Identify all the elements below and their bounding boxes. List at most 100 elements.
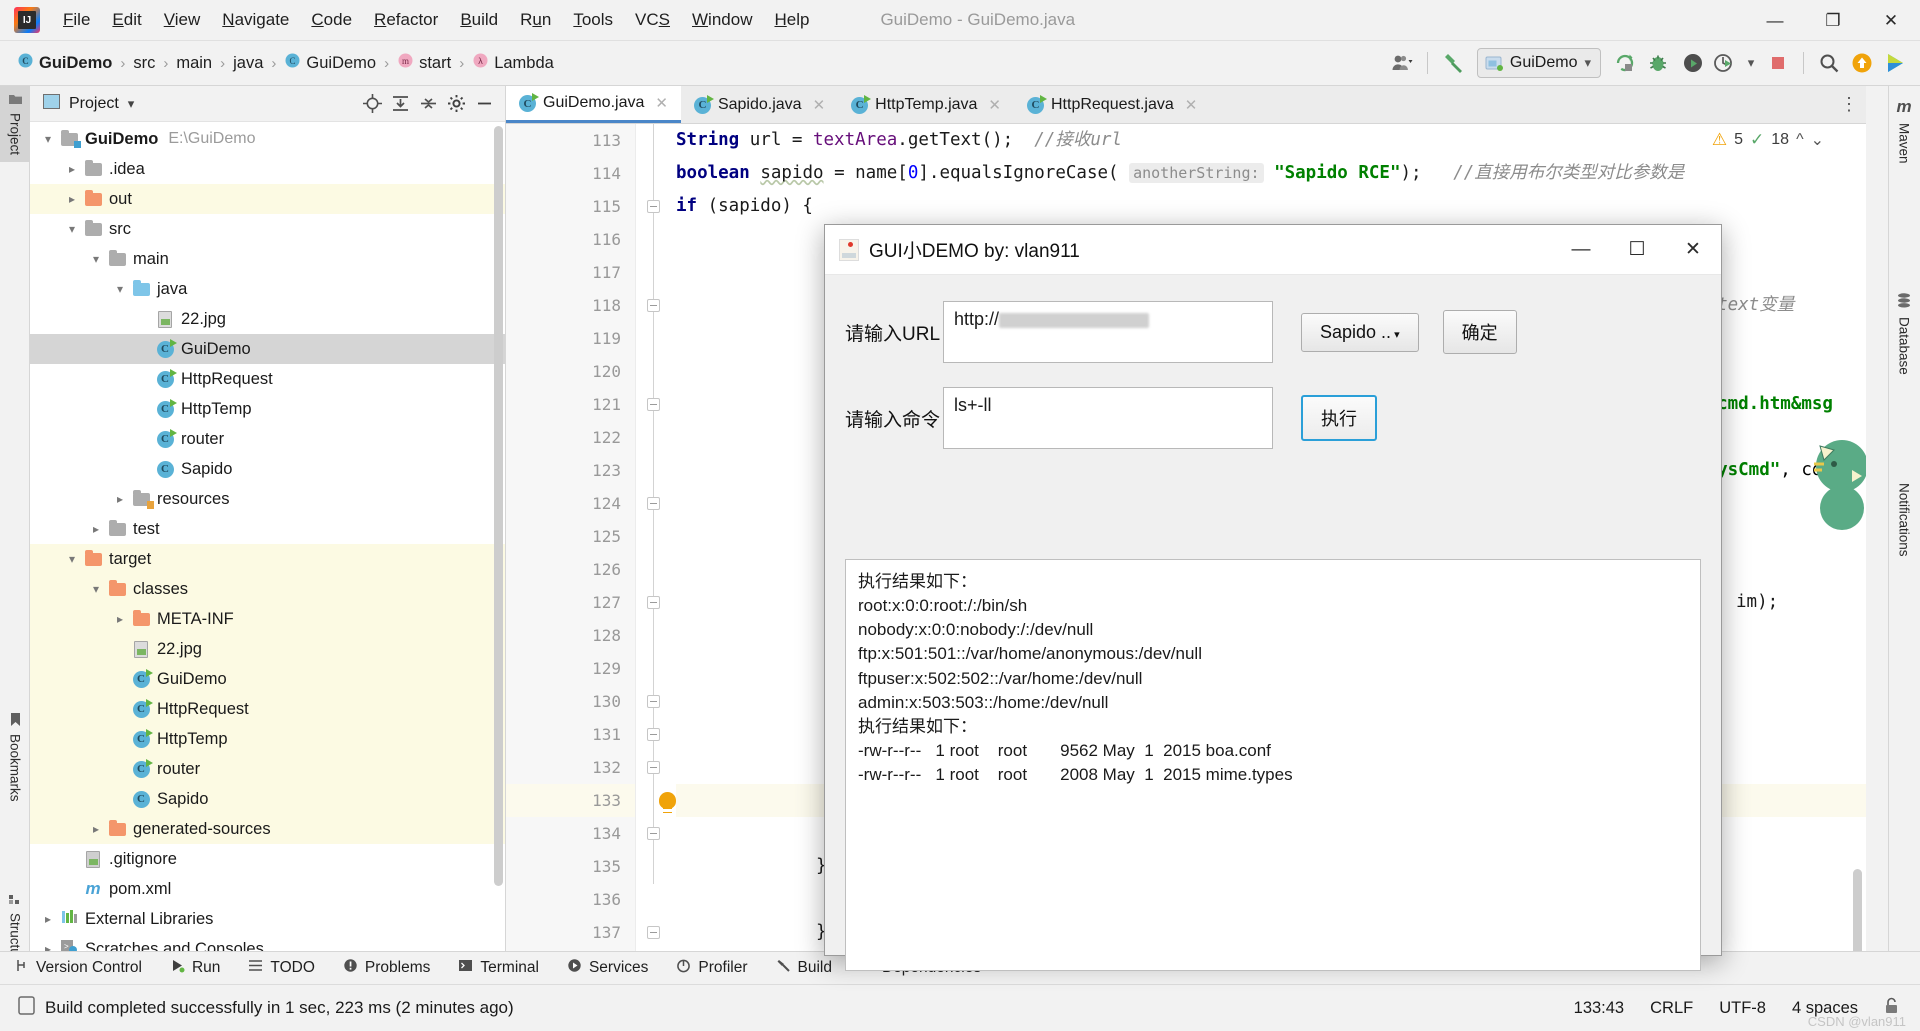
menu-window[interactable]: Window [681, 7, 763, 33]
project-tree[interactable]: ▾GuiDemoE:\GuiDemo▸.idea▸out▾src▾main▾ja… [30, 122, 505, 971]
line-number-130[interactable]: 130 [506, 685, 635, 718]
chevron-down-icon[interactable]: ▾ [62, 222, 82, 236]
collapse-all-icon[interactable] [415, 91, 441, 117]
tree-node-out[interactable]: ▸out [30, 184, 505, 214]
maximize-button[interactable]: ❐ [1804, 0, 1862, 41]
menu-view[interactable]: View [153, 7, 212, 33]
locate-icon[interactable] [359, 91, 385, 117]
fold-toggle-icon[interactable] [647, 827, 660, 840]
rail-tab-project[interactable]: Project [0, 86, 30, 162]
line-number-129[interactable]: 129 [506, 652, 635, 685]
rail-tab-notifications[interactable]: Notifications [1888, 476, 1920, 564]
chevron-right-icon[interactable]: ▸ [110, 492, 130, 506]
chevron-right-icon[interactable]: ▸ [62, 162, 82, 176]
url-input[interactable]: http:// [943, 301, 1273, 363]
close-icon[interactable]: ✕ [1185, 96, 1198, 114]
expand-all-icon[interactable] [387, 91, 413, 117]
bottom-tab-version-control[interactable]: Version Control [0, 958, 156, 978]
line-number-116[interactable]: 116 [506, 223, 635, 256]
fold-toggle-icon[interactable] [647, 761, 660, 774]
line-number-126[interactable]: 126 [506, 553, 635, 586]
line-number-131[interactable]: 131 [506, 718, 635, 751]
line-number-115[interactable]: 115 [506, 190, 635, 223]
breadcrumb-item-java[interactable]: java [230, 52, 266, 75]
caret-position[interactable]: 133:43 [1574, 999, 1624, 1018]
editor-tab-httprequest-java[interactable]: CHttpRequest.java✕ [1014, 86, 1210, 123]
tree-node-external-libraries[interactable]: ▸External Libraries [30, 904, 505, 934]
dialog-close-button[interactable]: ✕ [1665, 225, 1721, 275]
line-number-114[interactable]: 114 [506, 157, 635, 190]
menu-tools[interactable]: Tools [562, 7, 624, 33]
bottom-tab-build[interactable]: Build [762, 958, 846, 978]
build-hammer-icon[interactable] [1438, 48, 1468, 78]
fold-toggle-icon[interactable] [647, 695, 660, 708]
settings-gear-icon[interactable] [443, 91, 469, 117]
close-icon[interactable]: ✕ [988, 96, 1001, 114]
next-problem-icon[interactable]: ⌄ [1811, 130, 1824, 150]
chevron-down-icon[interactable]: ▾ [128, 96, 135, 112]
close-icon[interactable]: ✕ [813, 96, 826, 114]
chevron-right-icon[interactable]: ▸ [86, 522, 106, 536]
line-number-123[interactable]: 123 [506, 454, 635, 487]
code-folding-column[interactable] [636, 124, 676, 971]
tree-node-guidemo[interactable]: CGuiDemo [30, 664, 505, 694]
line-number-137[interactable]: 137 [506, 916, 635, 949]
line-separator[interactable]: CRLF [1650, 999, 1693, 1018]
tree-node-meta-inf[interactable]: ▸META-INF [30, 604, 505, 634]
chevron-down-icon[interactable]: ▾ [86, 252, 106, 266]
close-icon[interactable]: ✕ [655, 94, 668, 112]
run-icon[interactable] [1610, 48, 1640, 78]
breadcrumb-item-src[interactable]: src [130, 52, 158, 75]
close-button[interactable]: ✕ [1862, 0, 1920, 41]
chevron-down-icon[interactable]: ▾ [110, 282, 130, 296]
bottom-tab-problems[interactable]: Problems [329, 958, 444, 978]
rail-tab-database[interactable]: Database [1888, 286, 1920, 382]
line-number-125[interactable]: 125 [506, 520, 635, 553]
bottom-tab-todo[interactable]: TODO [234, 958, 329, 978]
tree-node-22-jpg[interactable]: 22.jpg [30, 304, 505, 334]
hide-panel-icon[interactable] [471, 91, 497, 117]
tree-node-httprequest[interactable]: CHttpRequest [30, 694, 505, 724]
line-number-133[interactable]: 133 [506, 784, 635, 817]
menu-vcs[interactable]: VCS [624, 7, 681, 33]
update-project-icon[interactable] [1847, 48, 1877, 78]
rail-tab-maven[interactable]: m Maven [1888, 90, 1920, 171]
ide-assistant-icon[interactable] [1880, 48, 1910, 78]
line-number-128[interactable]: 128 [506, 619, 635, 652]
chevron-down-icon[interactable]: ▾ [62, 552, 82, 566]
dialog-maximize-button[interactable]: ☐ [1609, 225, 1665, 275]
chevron-down-icon[interactable]: ▾ [1742, 48, 1760, 78]
editor-tab-httptemp-java[interactable]: CHttpTemp.java✕ [838, 86, 1014, 123]
chevron-right-icon[interactable]: ▸ [38, 912, 58, 926]
file-encoding[interactable]: UTF-8 [1719, 999, 1766, 1018]
breadcrumb-item-start[interactable]: mstart [394, 51, 454, 75]
menu-navigate[interactable]: Navigate [211, 7, 300, 33]
tree-node-src[interactable]: ▾src [30, 214, 505, 244]
device-select-button[interactable]: Sapido ..▾ [1301, 313, 1419, 352]
chevron-right-icon[interactable]: ▸ [86, 822, 106, 836]
prev-problem-icon[interactable]: ^ [1796, 131, 1804, 149]
line-number-135[interactable]: 135 [506, 850, 635, 883]
line-number-134[interactable]: 134 [506, 817, 635, 850]
fold-toggle-icon[interactable] [647, 596, 660, 609]
tree-node--idea[interactable]: ▸.idea [30, 154, 505, 184]
breadcrumb-item-guidemo[interactable]: CGuiDemo [281, 51, 379, 75]
tree-node-router[interactable]: Crouter [30, 754, 505, 784]
run-with-coverage-icon[interactable] [1676, 48, 1706, 78]
line-number-122[interactable]: 122 [506, 421, 635, 454]
line-number-118[interactable]: 118 [506, 289, 635, 322]
fold-toggle-icon[interactable] [647, 497, 660, 510]
tree-node-java[interactable]: ▾java [30, 274, 505, 304]
profile-icon[interactable] [1709, 48, 1739, 78]
tree-node-sapido[interactable]: CSapido [30, 454, 505, 484]
line-number-120[interactable]: 120 [506, 355, 635, 388]
tree-node-guidemo[interactable]: ▾GuiDemoE:\GuiDemo [30, 124, 505, 154]
inspection-widget[interactable]: ⚠ 5 ✓ 18 ^ ⌄ [1712, 130, 1824, 150]
line-number-121[interactable]: 121 [506, 388, 635, 421]
tree-node-main[interactable]: ▾main [30, 244, 505, 274]
breadcrumb-item-main[interactable]: main [173, 52, 215, 75]
bottom-tab-terminal[interactable]: Terminal [444, 958, 553, 978]
intention-bulb-icon[interactable] [659, 792, 676, 809]
menu-edit[interactable]: Edit [101, 7, 152, 33]
tree-node-22-jpg[interactable]: 22.jpg [30, 634, 505, 664]
